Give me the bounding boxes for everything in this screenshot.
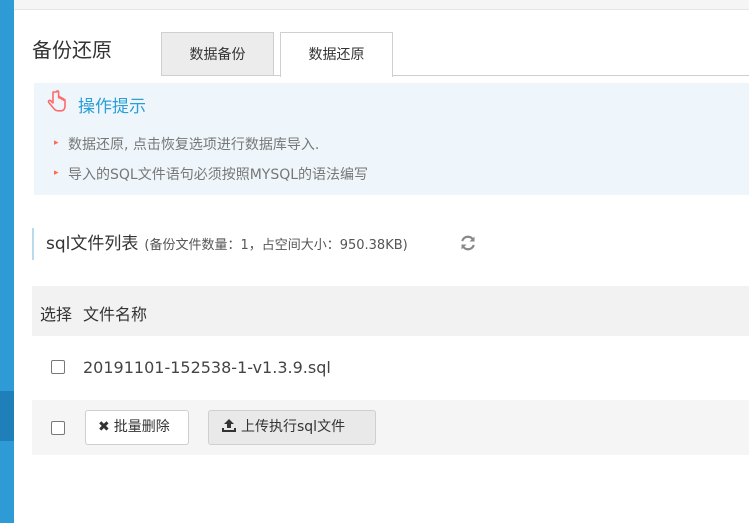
table-footer-actions: ✖ 批量删除 上传执行sql文件 bbox=[32, 400, 749, 455]
main-content: 备份还原 数据备份 数据还原 操作提示 数据还原, 点击恢复选项进行数据库导入.… bbox=[14, 0, 749, 523]
left-sidebar bbox=[0, 0, 14, 523]
upload-icon bbox=[222, 419, 236, 432]
page-title: 备份还原 bbox=[32, 38, 112, 62]
top-bar bbox=[14, 0, 749, 10]
tip-item: 数据还原, 点击恢复选项进行数据库导入. bbox=[54, 134, 319, 154]
refresh-icon[interactable] bbox=[458, 233, 478, 253]
tips-title: 操作提示 bbox=[78, 97, 146, 117]
tip-item: 导入的SQL文件语句必须按照MYSQL的语法编写 bbox=[54, 164, 368, 184]
pointing-hand-icon bbox=[47, 90, 66, 112]
section-subtitle: (备份文件数量：1，占空间大小：950.38KB) bbox=[144, 238, 408, 253]
row-checkbox[interactable] bbox=[51, 360, 65, 374]
active-tab-gap bbox=[281, 75, 392, 77]
tab-data-backup[interactable]: 数据备份 bbox=[161, 32, 274, 76]
column-header-filename: 文件名称 bbox=[83, 305, 148, 324]
table-header: 选择 文件名称 bbox=[32, 286, 749, 336]
batch-delete-button[interactable]: ✖ 批量删除 bbox=[85, 410, 189, 445]
column-header-select: 选择 bbox=[40, 305, 73, 324]
file-name: 20191101-152538-1-v1.3.9.sql bbox=[83, 358, 331, 377]
close-icon: ✖ bbox=[98, 419, 110, 435]
upload-execute-sql-button[interactable]: 上传执行sql文件 bbox=[208, 410, 376, 445]
table-row: 20191101-152538-1-v1.3.9.sql bbox=[32, 336, 749, 400]
section-header: sql文件列表 (备份文件数量：1，占空间大小：950.38KB) bbox=[32, 228, 408, 260]
section-title: sql文件列表 bbox=[46, 234, 139, 254]
tips-panel: 操作提示 数据还原, 点击恢复选项进行数据库导入. 导入的SQL文件语句必须按照… bbox=[34, 83, 749, 195]
tab-data-restore[interactable]: 数据还原 bbox=[280, 32, 393, 77]
tab-divider bbox=[161, 75, 749, 76]
select-all-checkbox[interactable] bbox=[51, 421, 65, 435]
sidebar-active-item[interactable] bbox=[0, 391, 14, 441]
